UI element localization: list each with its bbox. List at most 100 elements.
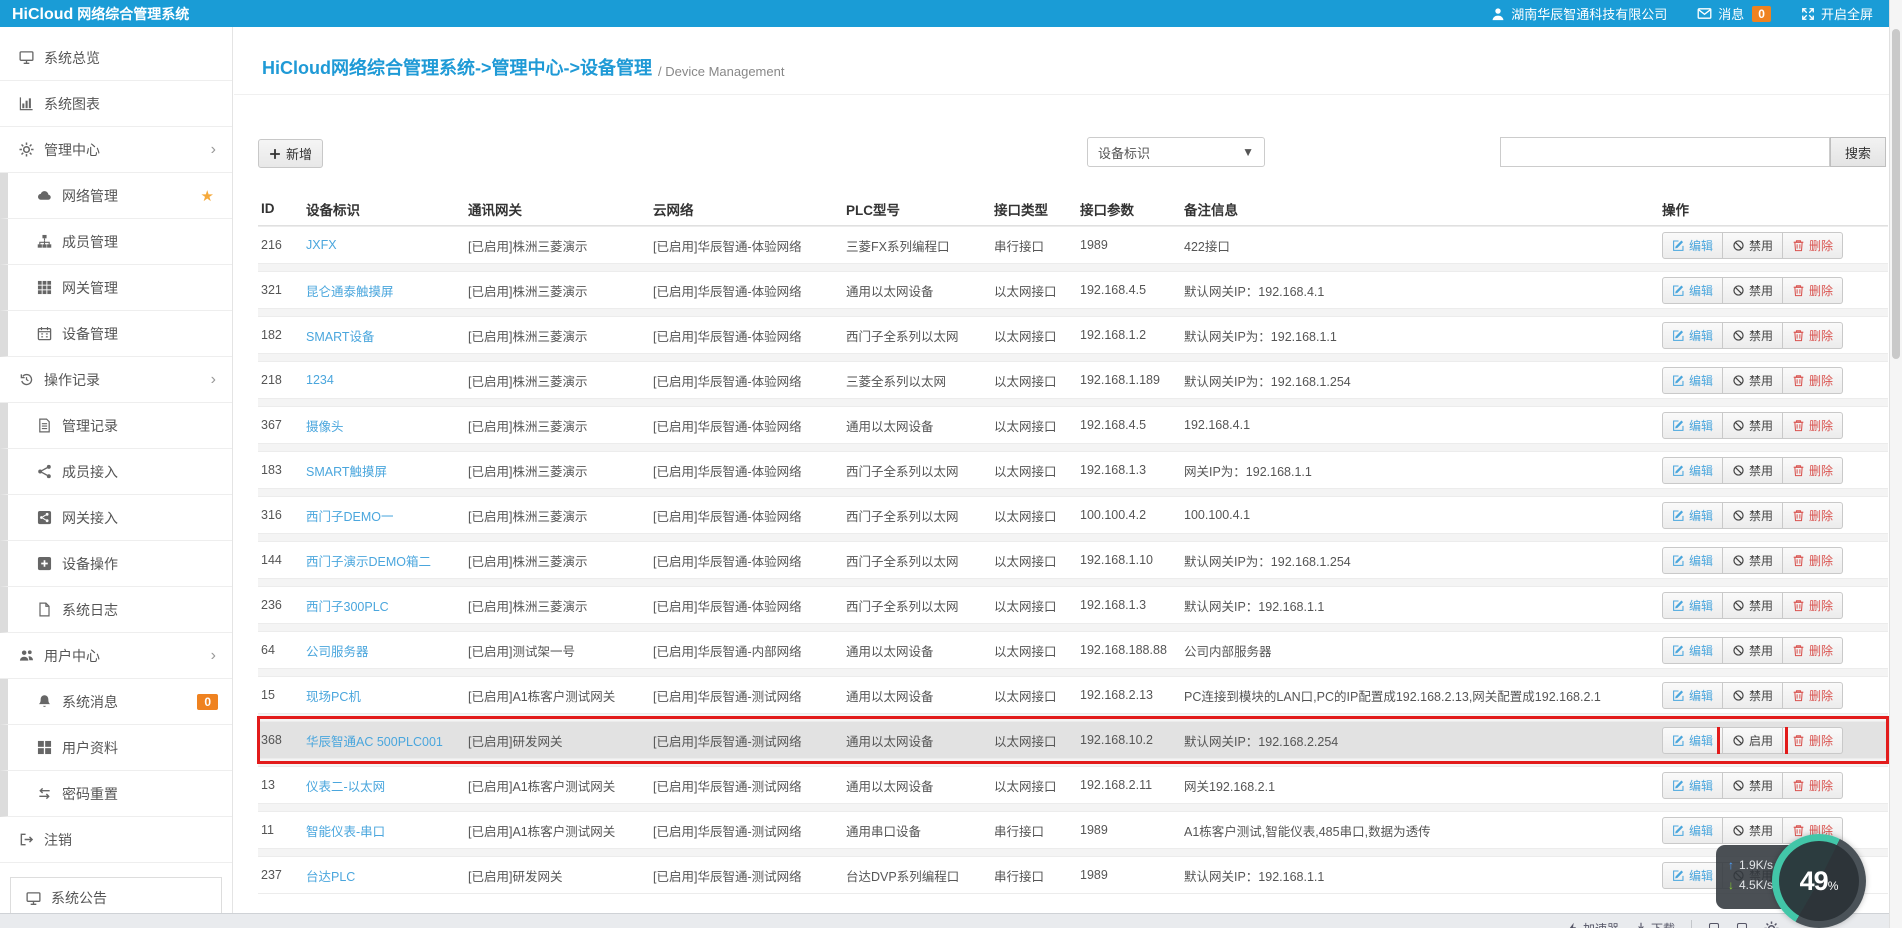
device-name-link[interactable]: 西门子300PLC bbox=[306, 600, 389, 614]
sidebar-item-member-access[interactable]: 成员接入 bbox=[0, 449, 232, 495]
disable-button[interactable]: 禁用 bbox=[1723, 771, 1784, 799]
scrollbar-thumb[interactable] bbox=[1892, 29, 1900, 359]
add-device-button[interactable]: 新增 bbox=[258, 139, 324, 168]
edit-button[interactable]: 编辑 bbox=[1662, 366, 1724, 394]
device-name-link[interactable]: 公司服务器 bbox=[306, 645, 369, 659]
device-name-link[interactable]: 仪表二-以太网 bbox=[306, 780, 385, 794]
delete-button[interactable]: 删除 bbox=[1783, 231, 1844, 259]
disable-button[interactable]: 禁用 bbox=[1723, 321, 1784, 349]
search-input[interactable] bbox=[1500, 137, 1830, 167]
device-name-link[interactable]: 现场PC机 bbox=[306, 690, 361, 704]
sidebar-item-device-management[interactable]: 设备管理 bbox=[0, 311, 232, 357]
sidebar-item-management-center[interactable]: 管理中心 › bbox=[0, 127, 232, 173]
cell-interface-param: 192.168.1.3 bbox=[1080, 463, 1147, 477]
sidebar-item-gateway-access[interactable]: 网关接入 bbox=[0, 495, 232, 541]
sidebar-item-user-profile[interactable]: 用户资料 bbox=[0, 725, 232, 771]
edit-button[interactable]: 编辑 bbox=[1662, 816, 1724, 844]
sidebar-item-system-overview[interactable]: 系统总览 bbox=[0, 35, 232, 81]
disable-button[interactable]: 禁用 bbox=[1723, 231, 1784, 259]
memory-usage-ball[interactable]: 49 % bbox=[1772, 834, 1866, 928]
sidebar-item-network-management[interactable]: 网络管理 ★ bbox=[0, 173, 232, 219]
account-menu[interactable]: 湖南华辰智通科技有限公司 bbox=[1491, 4, 1667, 23]
device-name-link[interactable]: 昆仑通泰触摸屏 bbox=[306, 285, 394, 299]
cell-interface-param: 192.168.2.13 bbox=[1080, 688, 1153, 702]
sidebar-item-operation-records[interactable]: 操作记录 › bbox=[0, 357, 232, 403]
statusbar-tool-button[interactable] bbox=[1736, 922, 1748, 928]
edit-button[interactable]: 编辑 bbox=[1662, 501, 1724, 529]
edit-button[interactable]: 编辑 bbox=[1662, 546, 1724, 574]
download-manager-button[interactable]: 下载 bbox=[1635, 920, 1675, 928]
delete-button[interactable]: 删除 bbox=[1783, 456, 1844, 484]
device-name-link[interactable]: 智能仪表-串口 bbox=[306, 825, 385, 839]
statusbar-tool-button[interactable] bbox=[1708, 922, 1720, 928]
delete-button[interactable]: 删除 bbox=[1783, 591, 1844, 619]
sidebar-item-system-logs[interactable]: 系统日志 bbox=[0, 587, 232, 633]
delete-button[interactable]: 删除 bbox=[1783, 366, 1844, 394]
enable-button[interactable]: 启用 bbox=[1717, 726, 1789, 754]
cell-id: 182 bbox=[261, 328, 282, 342]
disable-button[interactable]: 禁用 bbox=[1723, 456, 1784, 484]
sidebar-item-password-reset[interactable]: 密码重置 bbox=[0, 771, 232, 817]
table-row: 316 西门子DEMO一 [已启用]株洲三菱演示 [已启用]华辰智通-体验网络 西门子全… bbox=[258, 496, 1888, 534]
sidebar-item-logout[interactable]: 注销 bbox=[0, 817, 232, 863]
gears-icon bbox=[16, 142, 36, 157]
delete-button[interactable]: 删除 bbox=[1783, 411, 1844, 439]
delete-button[interactable]: 删除 bbox=[1783, 276, 1844, 304]
disable-button[interactable]: 禁用 bbox=[1723, 636, 1784, 664]
device-name-link[interactable]: 华辰智通AC 500PLC001 bbox=[306, 735, 443, 749]
edit-button[interactable]: 编辑 bbox=[1662, 861, 1724, 889]
edit-button[interactable]: 编辑 bbox=[1662, 321, 1724, 349]
disable-button[interactable]: 禁用 bbox=[1723, 366, 1784, 394]
topbar-right: 湖南华辰智通科技有限公司 消息 0 开启全屏 bbox=[1491, 4, 1889, 23]
device-filter-select[interactable]: 设备标识 ▼ bbox=[1087, 137, 1265, 167]
table-row: 13 仪表二-以太网 [已启用]A1栋客户测试网关 [已启用]华辰智通-测试网络 通用以… bbox=[258, 766, 1888, 804]
sidebar-item-user-center[interactable]: 用户中心 › bbox=[0, 633, 232, 679]
sidebar-item-gateway-management[interactable]: 网关管理 bbox=[0, 265, 232, 311]
edit-button[interactable]: 编辑 bbox=[1662, 231, 1724, 259]
disable-button[interactable]: 禁用 bbox=[1723, 816, 1784, 844]
fullscreen-button[interactable]: 开启全屏 bbox=[1801, 4, 1873, 23]
edit-button[interactable]: 编辑 bbox=[1662, 726, 1724, 754]
delete-button[interactable]: 删除 bbox=[1783, 501, 1844, 529]
device-name-link[interactable]: 西门子演示DEMO箱二 bbox=[306, 555, 431, 569]
sidebar-item-system-messages[interactable]: 系统消息 0 bbox=[0, 679, 232, 725]
page-scrollbar[interactable] bbox=[1889, 0, 1902, 928]
delete-button[interactable]: 删除 bbox=[1783, 546, 1844, 574]
device-name-link[interactable]: 1234 bbox=[306, 373, 334, 387]
delete-button[interactable]: 删除 bbox=[1783, 681, 1844, 709]
delete-button[interactable]: 删除 bbox=[1783, 321, 1844, 349]
delete-button[interactable]: 删除 bbox=[1783, 726, 1844, 754]
edit-button[interactable]: 编辑 bbox=[1662, 591, 1724, 619]
disable-button[interactable]: 禁用 bbox=[1723, 546, 1784, 574]
device-name-link[interactable]: JXFX bbox=[306, 238, 337, 252]
edit-button[interactable]: 编辑 bbox=[1662, 681, 1724, 709]
delete-button[interactable]: 删除 bbox=[1783, 771, 1844, 799]
accelerator-button[interactable]: 加速器 bbox=[1567, 920, 1619, 928]
edit-button[interactable]: 编辑 bbox=[1662, 636, 1724, 664]
sidebar-item-device-operation[interactable]: 设备操作 bbox=[0, 541, 232, 587]
edit-button[interactable]: 编辑 bbox=[1662, 456, 1724, 484]
sidebar-item-management-records[interactable]: 管理记录 bbox=[0, 403, 232, 449]
disable-button[interactable]: 禁用 bbox=[1723, 411, 1784, 439]
edit-button[interactable]: 编辑 bbox=[1662, 771, 1724, 799]
device-name-link[interactable]: SMART触摸屏 bbox=[306, 465, 387, 479]
edit-button[interactable]: 编辑 bbox=[1662, 411, 1724, 439]
sidebar-item-member-management[interactable]: 成员管理 bbox=[0, 219, 232, 265]
messages-menu[interactable]: 消息 0 bbox=[1697, 4, 1771, 23]
device-name-link[interactable]: SMART设备 bbox=[306, 330, 375, 344]
disable-button[interactable]: 禁用 bbox=[1723, 681, 1784, 709]
disable-button[interactable]: 禁用 bbox=[1723, 276, 1784, 304]
disable-button[interactable]: 禁用 bbox=[1723, 591, 1784, 619]
cell-plc-model: 西门子全系列以太网 bbox=[846, 464, 959, 479]
delete-button[interactable]: 删除 bbox=[1783, 636, 1844, 664]
search-button[interactable]: 搜索 bbox=[1830, 137, 1886, 167]
device-name-link[interactable]: 西门子DEMO一 bbox=[306, 510, 394, 524]
disable-button[interactable]: 禁用 bbox=[1723, 501, 1784, 529]
sidebar-item-system-notice[interactable]: 系统公告 bbox=[10, 877, 222, 914]
statusbar-tool-button[interactable] bbox=[1764, 920, 1779, 928]
sidebar-item-system-charts[interactable]: 系统图表 bbox=[0, 81, 232, 127]
device-name-link[interactable]: 台达PLC bbox=[306, 870, 355, 884]
cell-remark: 100.100.4.1 bbox=[1184, 508, 1251, 522]
device-name-link[interactable]: 摄像头 bbox=[306, 420, 344, 434]
edit-button[interactable]: 编辑 bbox=[1662, 276, 1724, 304]
